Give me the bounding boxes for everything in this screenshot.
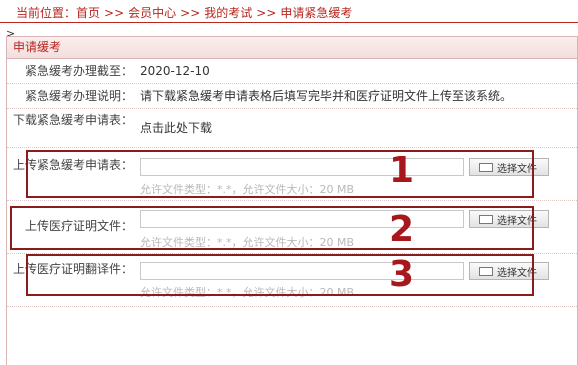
deadline-label: 紧急缓考办理截至： — [24, 64, 133, 78]
annotation-box-1 — [26, 150, 534, 198]
breadcrumb-separator: >> — [104, 6, 125, 20]
instruction-row: 紧急缓考办理说明： 请下载紧急缓考申请表格后填写完毕并和医疗证明文件上传至该系统… — [7, 84, 577, 109]
breadcrumb-separator: >> — [256, 6, 277, 20]
breadcrumb-separator: >> — [180, 6, 201, 20]
download-label: 下载紧急缓考申请表： — [12, 113, 133, 127]
instruction-value: 请下载紧急缓考申请表格后填写完毕并和医疗证明文件上传至该系统。 — [140, 89, 513, 103]
deferral-panel: 申请缓考 紧急缓考办理截至： 2020-12-10 紧急缓考办理说明： 请下载紧… — [6, 36, 578, 365]
download-row: 下载紧急缓考申请表： 点击此处下载 — [7, 109, 577, 148]
breadcrumb-prefix: 当前位置： — [16, 6, 77, 20]
panel-title: 申请缓考 — [7, 37, 577, 59]
annotation-box-3 — [26, 254, 534, 296]
annotation-box-2 — [10, 206, 534, 250]
breadcrumb-home-link[interactable]: 首页 — [76, 6, 100, 20]
annotation-number-3: 3 — [389, 254, 415, 295]
deadline-value: 2020-12-10 — [140, 64, 210, 78]
annotation-number-2: 2 — [389, 209, 415, 250]
breadcrumb: 当前位置：首页 >> 会员中心 >> 我的考试 >> 申请紧急缓考 — [0, 0, 578, 23]
download-link[interactable]: 点击此处下载 — [140, 121, 212, 135]
breadcrumb-my-exams-link[interactable]: 我的考试 — [204, 6, 252, 20]
breadcrumb-current: 申请紧急缓考 — [280, 6, 353, 20]
instruction-label: 紧急缓考办理说明： — [24, 89, 133, 103]
annotation-number-1: 1 — [389, 150, 415, 191]
breadcrumb-member-center-link[interactable]: 会员中心 — [128, 6, 176, 20]
deadline-row: 紧急缓考办理截至： 2020-12-10 — [7, 59, 577, 84]
